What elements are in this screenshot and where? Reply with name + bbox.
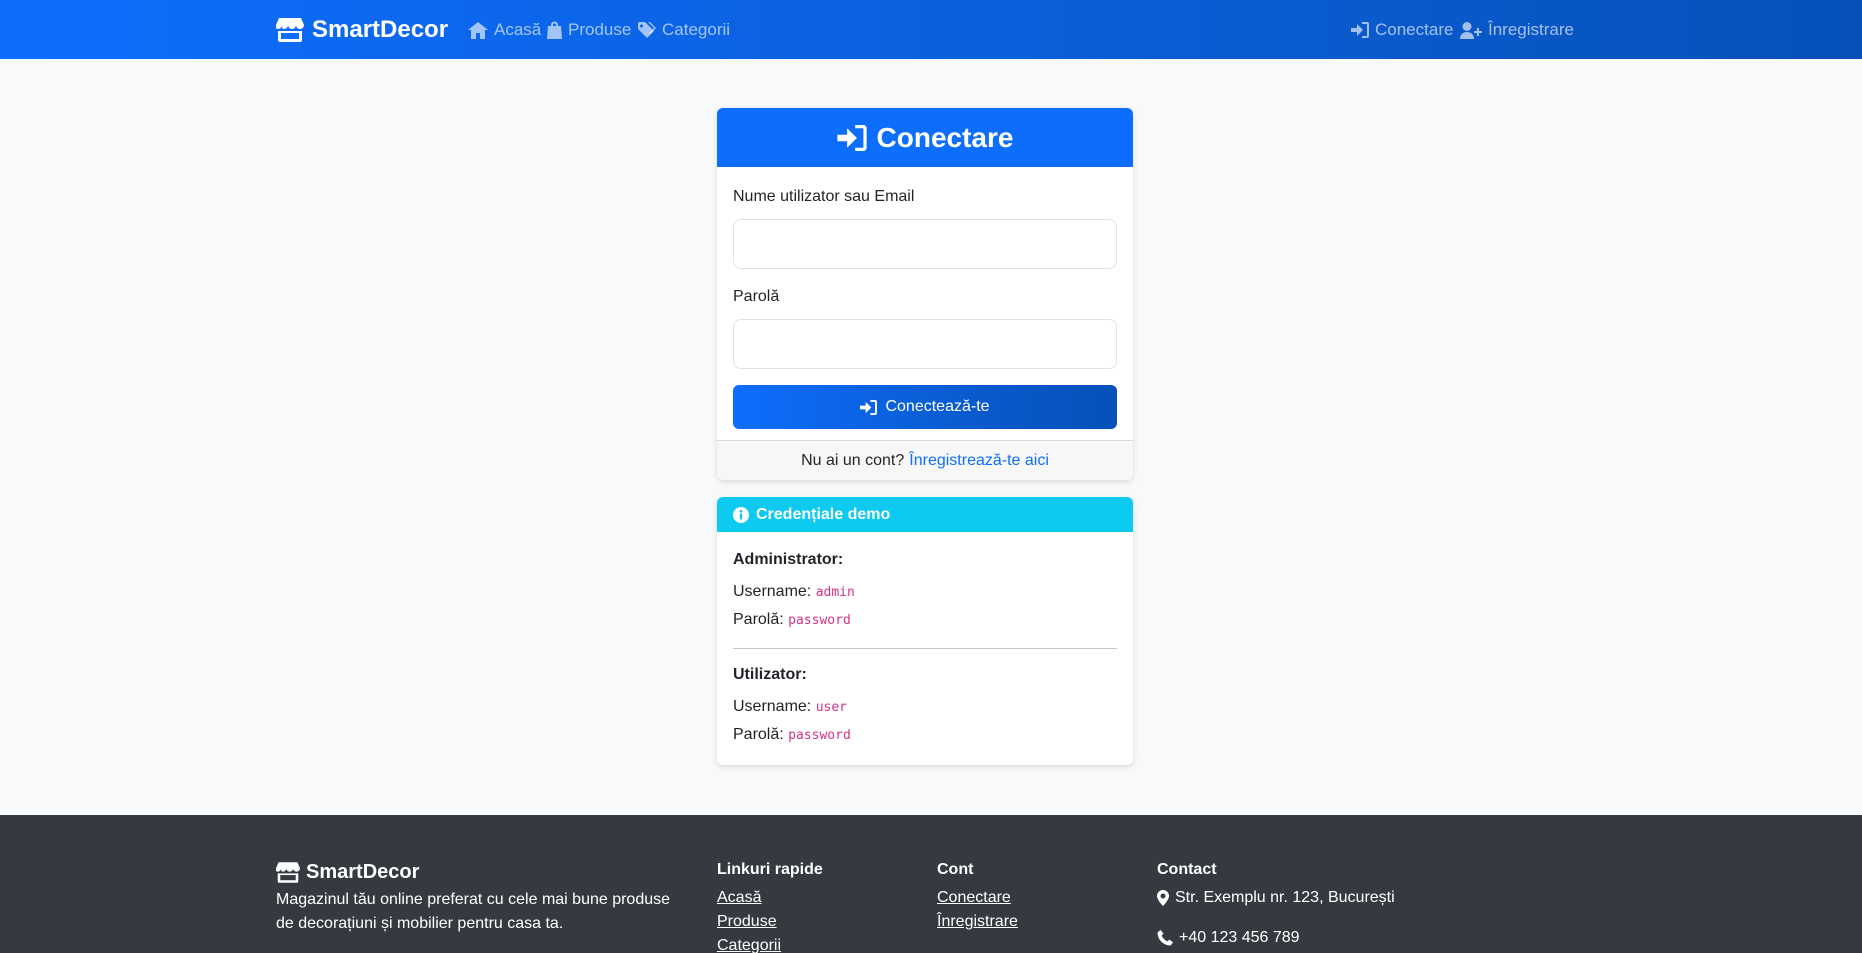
contact-address: Str. Exemplu nr. 123, București (1157, 886, 1395, 910)
login-card-header: Conectare (717, 108, 1133, 167)
nav-categories[interactable]: Categorii (638, 18, 730, 42)
store-icon (276, 18, 304, 42)
footer-description: Magazinul tău online preferat cu cele ma… (276, 891, 671, 932)
footer-contact: Contact Str. Exemplu nr. 123, București … (1157, 858, 1395, 950)
login-form: Nume utilizator sau Email Parolă Conecte… (717, 167, 1133, 445)
demo-divider (733, 648, 1117, 649)
account-heading: Cont (937, 861, 974, 878)
shopping-bag-icon (547, 21, 562, 39)
brand-text: SmartDecor (312, 16, 449, 43)
sign-in-icon (836, 124, 867, 151)
nav-login[interactable]: Conectare (1351, 18, 1453, 42)
admin-heading: Administrator: (733, 551, 844, 568)
contact-phone: +40 123 456 789 (1157, 926, 1395, 950)
brand-link[interactable]: SmartDecor (276, 14, 448, 46)
demo-card-body: Administrator: Username: admin Parolă: p… (717, 532, 1133, 749)
admin-username-label: Username: (733, 583, 812, 600)
footer-link-products[interactable]: Produse (717, 910, 823, 934)
user-username-label: Username: (733, 698, 812, 715)
footer-brand: SmartDecor (276, 857, 419, 887)
password-label: Parolă (733, 288, 780, 305)
nav-home-label: Acasă (494, 20, 542, 39)
username-label: Nume utilizator sau Email (733, 188, 915, 205)
password-input[interactable] (733, 319, 1117, 369)
user-plus-icon (1460, 21, 1482, 39)
user-username-line: Username: user (733, 693, 1117, 721)
nav-products[interactable]: Produse (547, 18, 631, 42)
site-footer: SmartDecor Magazinul tău online preferat… (0, 815, 1862, 953)
username-input[interactable] (733, 219, 1117, 269)
login-card: Conectare Nume utilizator sau Email Paro… (717, 108, 1133, 480)
no-account-text: Nu ai un cont? (801, 451, 905, 469)
user-password-label: Parolă: (733, 726, 784, 743)
footer-link-categories[interactable]: Categorii (717, 934, 823, 953)
login-card-footer: Nu ai un cont? Înregistrează-te aici (717, 440, 1133, 480)
admin-password-value: password (788, 613, 851, 628)
nav-login-label: Conectare (1375, 20, 1454, 39)
info-circle-icon (733, 506, 749, 523)
admin-username-line: Username: admin (733, 578, 1117, 606)
login-title: Conectare (876, 121, 1014, 153)
map-marker-icon (1157, 890, 1169, 906)
footer-link-home[interactable]: Acasă (717, 886, 823, 910)
footer-quick-links: Linkuri rapide Acasă Produse Categorii (717, 858, 823, 953)
phone-icon (1157, 930, 1173, 946)
navbar: SmartDecor Acasă Produse Categorii Conec… (0, 0, 1862, 59)
tags-icon (638, 21, 656, 38)
sign-in-icon (1351, 22, 1369, 38)
home-icon (468, 21, 488, 39)
demo-card-header: Credențiale demo (717, 497, 1133, 532)
nav-products-label: Produse (568, 20, 632, 39)
contact-phone-text: +40 123 456 789 (1179, 929, 1300, 946)
contact-address-text: Str. Exemplu nr. 123, București (1175, 889, 1395, 906)
user-heading: Utilizator: (733, 666, 807, 683)
footer-brand-text: SmartDecor (306, 860, 420, 883)
user-password-line: Parolă: password (733, 721, 1117, 749)
contact-heading: Contact (1157, 861, 1217, 878)
admin-password-label: Parolă: (733, 611, 784, 628)
admin-username-value: admin (815, 585, 855, 600)
nav-home[interactable]: Acasă (468, 18, 541, 42)
store-icon (276, 861, 300, 883)
login-submit-label: Conectează-te (885, 398, 990, 415)
user-password-value: password (788, 728, 851, 743)
demo-credentials-card: Credențiale demo Administrator: Username… (717, 497, 1133, 765)
nav-register[interactable]: Înregistrare (1460, 18, 1574, 42)
footer-account: Cont Conectare Înregistrare (937, 858, 1018, 934)
sign-in-icon (860, 399, 878, 415)
nav-register-label: Înregistrare (1488, 20, 1574, 39)
login-submit-button[interactable]: Conectează-te (733, 385, 1117, 429)
quick-links-heading: Linkuri rapide (717, 861, 823, 878)
footer-link-register[interactable]: Înregistrare (937, 910, 1018, 934)
admin-password-line: Parolă: password (733, 606, 1117, 634)
register-link[interactable]: Înregistrează-te aici (909, 452, 1049, 470)
nav-categories-label: Categorii (662, 20, 731, 39)
footer-link-login[interactable]: Conectare (937, 886, 1018, 910)
user-username-value: user (815, 700, 848, 715)
demo-title: Credențiale demo (756, 505, 891, 523)
